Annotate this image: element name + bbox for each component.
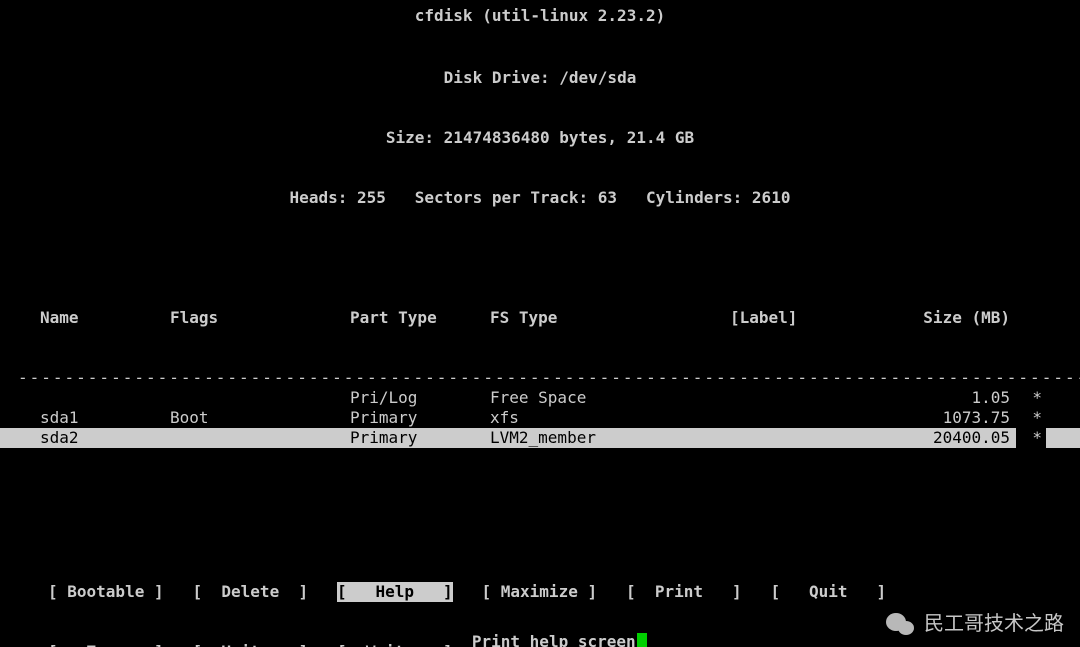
app-title: cfdisk (util-linux 2.23.2) [0,6,1080,26]
col-flags: Flags [170,308,350,328]
row-fstype: xfs [490,408,730,428]
row-name: sda1 [40,408,170,428]
row-flags: Boot [170,408,350,428]
help-button[interactable]: [ Help ] [337,582,453,602]
row-fstype: Free Space [490,388,730,408]
col-label: [Label] [730,308,850,328]
maximize-button[interactable]: [ Maximize ] [482,582,598,602]
row-star: * [1016,408,1046,428]
print-button[interactable]: [ Print ] [626,582,742,602]
partition-row[interactable]: Pri/LogFree Space 1.05 * [0,388,1080,408]
cursor-icon [637,633,647,647]
row-fstype: LVM2_member [490,428,730,448]
disk-drive-line: Disk Drive: /dev/sda [0,68,1080,88]
disk-geom-line: Heads: 255 Sectors per Track: 63 Cylinde… [0,188,1080,208]
col-name: Name [40,308,170,328]
row-size: 1073.75 [850,408,1010,428]
partition-row[interactable]: sda2 PrimaryLVM2_member 20400.05 * [0,428,1080,448]
row-size: 1.05 [850,388,1010,408]
row-name: sda2 [40,428,170,448]
row-ptype: Primary [350,428,490,448]
column-headers: Name Flags Part Type FS Type [Label] Siz… [0,268,1080,368]
row-star: * [1016,388,1046,408]
menu-row-1: [ Bootable ] [ Delete ] [ Help ] [ Maxim… [48,582,1080,602]
row-star: * [1016,428,1046,448]
row-ptype: Primary [350,408,490,428]
col-fstype: FS Type [490,308,730,328]
row-ptype: Pri/Log [350,388,490,408]
col-size: Size (MB) [850,308,1014,328]
header-divider: ----------------------------------------… [0,368,1080,388]
row-size: 20400.05 [850,428,1010,448]
partition-row[interactable]: sda1BootPrimaryxfs 1073.75 * [0,408,1080,428]
quit-button[interactable]: [ Quit ] [771,582,887,602]
partition-table[interactable]: Pri/LogFree Space1.05*sda1BootPrimaryxfs… [0,388,1080,448]
bootable-button[interactable]: [ Bootable ] [48,582,164,602]
delete-button[interactable]: [ Delete ] [193,582,309,602]
disk-size-line: Size: 21474836480 bytes, 21.4 GB [0,128,1080,148]
col-ptype: Part Type [350,308,490,328]
watermark: 民工哥技术之路 [886,611,1064,637]
watermark-text: 民工哥技术之路 [924,612,1064,637]
wechat-icon [886,611,916,637]
